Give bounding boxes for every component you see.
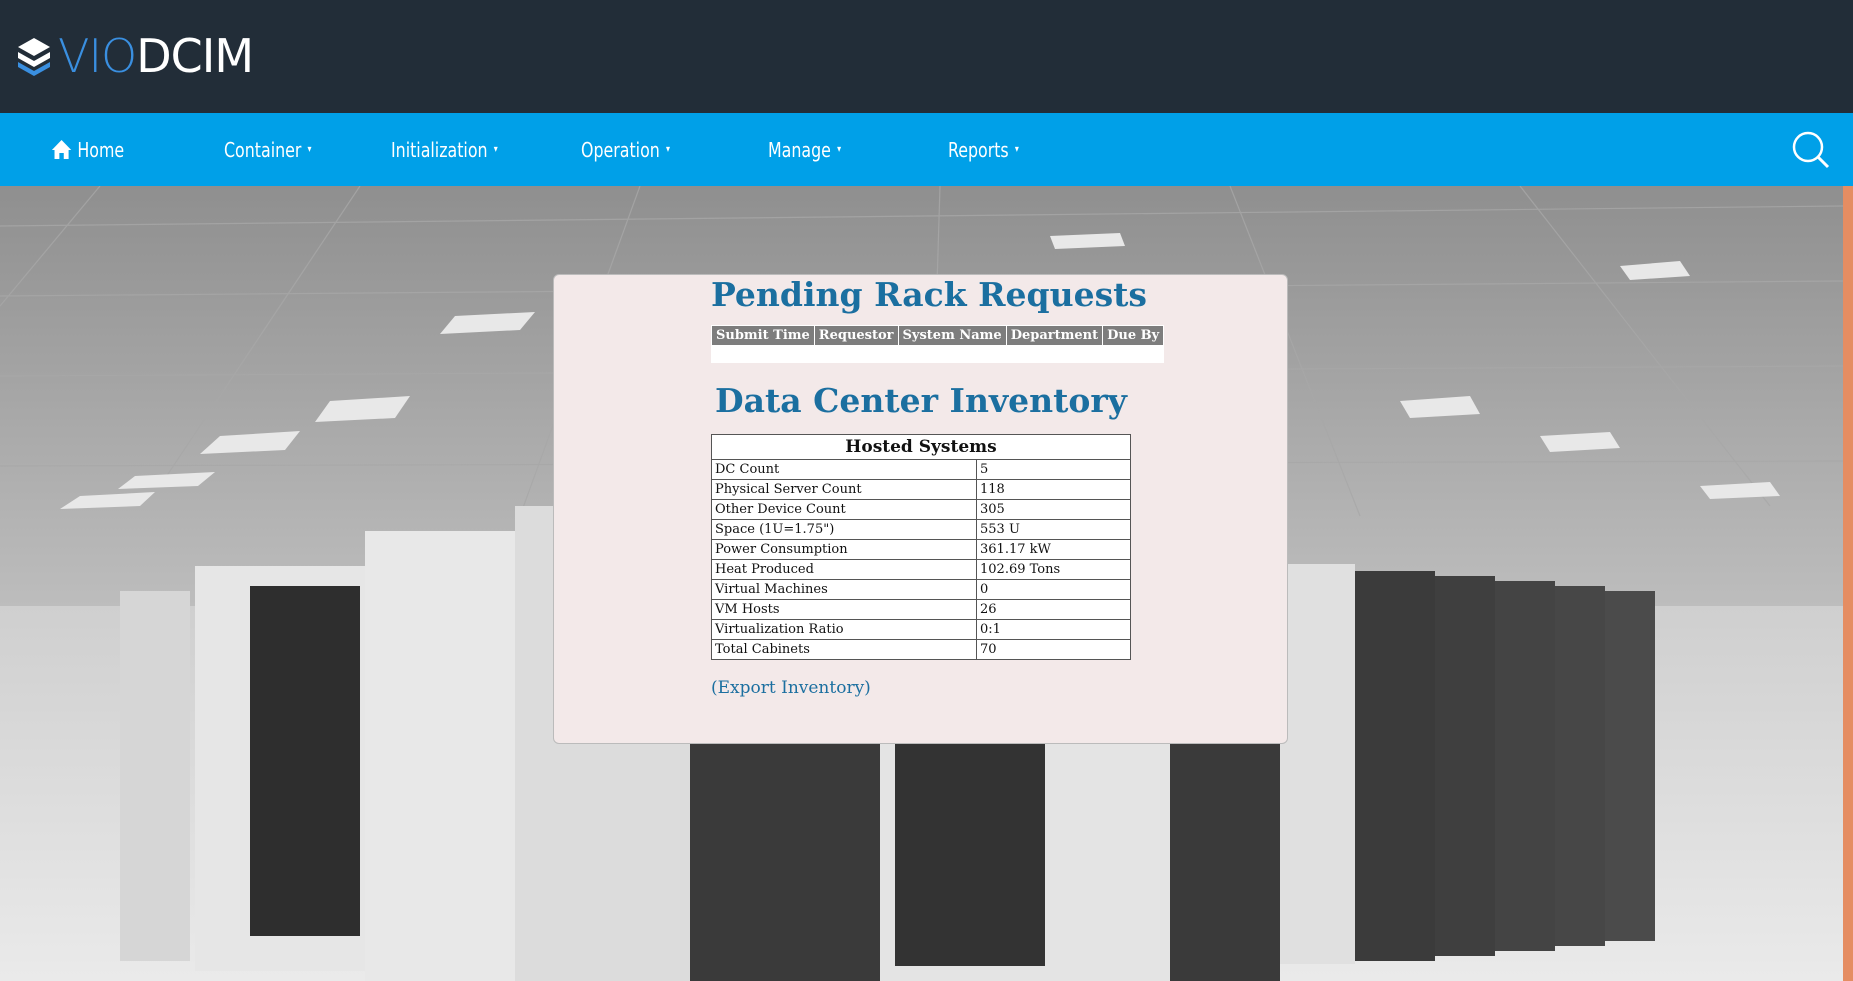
- table-row: Virtualization Ratio 0:1: [711, 619, 1131, 640]
- row-label: VM Hosts: [711, 599, 977, 620]
- inventory-table: Hosted Systems DC Count 5 Physical Server…: [711, 434, 1131, 660]
- column-header[interactable]: Requestor: [814, 326, 898, 345]
- brand-header: VIODCIM: [0, 0, 1843, 113]
- row-label: Heat Produced: [711, 559, 977, 580]
- row-value: 0:1: [976, 619, 1131, 640]
- chevron-down-icon: ▾: [665, 144, 670, 155]
- viodcim-logo[interactable]: VIODCIM: [16, 28, 254, 84]
- data-center-inventory-title: Data Center Inventory: [715, 381, 1127, 420]
- row-label: Power Consumption: [711, 539, 977, 560]
- column-header[interactable]: Submit Time: [712, 326, 814, 345]
- column-header[interactable]: System Name: [898, 326, 1006, 345]
- nav-label: Container: [224, 137, 302, 162]
- hosted-systems-header: Hosted Systems: [711, 434, 1131, 460]
- dashboard-panel: Pending Rack Requests Submit Time Reques…: [553, 274, 1288, 744]
- panel-content: Pending Rack Requests Submit Time Reques…: [711, 275, 1165, 698]
- row-value: 553 U: [976, 519, 1131, 540]
- row-label: Virtual Machines: [711, 579, 977, 600]
- nav-label: Initialization: [391, 137, 488, 162]
- row-label: Other Device Count: [711, 499, 977, 520]
- nav-home-label: Home: [77, 137, 125, 162]
- table-row: Power Consumption 361.17 kW: [711, 539, 1131, 560]
- nav-home[interactable]: Home: [51, 113, 124, 186]
- row-value: 118: [976, 479, 1131, 500]
- row-value: 26: [976, 599, 1131, 620]
- logo-text: VIODCIM: [58, 29, 254, 83]
- nav-manage[interactable]: Manage ▾: [768, 113, 841, 186]
- nav-container[interactable]: Container ▾: [224, 113, 312, 186]
- row-label: DC Count: [711, 459, 977, 480]
- pending-rack-requests-title: Pending Rack Requests: [711, 275, 1147, 314]
- table-row: Virtual Machines 0: [711, 579, 1131, 600]
- search-icon[interactable]: [1791, 130, 1831, 170]
- row-label: Physical Server Count: [711, 479, 977, 500]
- row-label: Virtualization Ratio: [711, 619, 977, 640]
- edge-top: [1843, 0, 1853, 113]
- row-value: 70: [976, 639, 1131, 660]
- table-row: Other Device Count 305: [711, 499, 1131, 520]
- table-header-row: Submit Time Requestor System Name Depart…: [712, 326, 1164, 345]
- chevron-down-icon: ▾: [1014, 144, 1019, 155]
- table-row: VM Hosts 26: [711, 599, 1131, 620]
- nav-reports[interactable]: Reports ▾: [948, 113, 1019, 186]
- nav-label: Reports: [948, 137, 1009, 162]
- column-header[interactable]: Due By: [1103, 326, 1164, 345]
- export-inventory-link[interactable]: (Export Inventory): [711, 678, 871, 698]
- home-icon: [51, 140, 72, 159]
- row-value: 0: [976, 579, 1131, 600]
- chevron-down-icon: ▾: [837, 144, 842, 155]
- nav-operation[interactable]: Operation ▾: [581, 113, 670, 186]
- table-row: Heat Produced 102.69 Tons: [711, 559, 1131, 580]
- main-nav: Home Container ▾ Initialization ▾ Operatio…: [0, 113, 1843, 186]
- row-value: 305: [976, 499, 1131, 520]
- column-header[interactable]: Department: [1006, 326, 1103, 345]
- row-value: 5: [976, 459, 1131, 480]
- empty-row: [712, 346, 1164, 362]
- table-row: DC Count 5: [711, 459, 1131, 480]
- row-value: 102.69 Tons: [976, 559, 1131, 580]
- row-value: 361.17 kW: [976, 539, 1131, 560]
- right-edge-strip: [1843, 186, 1853, 981]
- stack-layers-icon: [18, 38, 50, 76]
- nav-initialization[interactable]: Initialization ▾: [391, 113, 498, 186]
- nav-label: Manage: [768, 137, 831, 162]
- chevron-down-icon: ▾: [307, 144, 312, 155]
- table-row: Physical Server Count 118: [711, 479, 1131, 500]
- table-row: Total Cabinets 70: [711, 639, 1131, 660]
- row-label: Space (1U=1.75"): [711, 519, 977, 540]
- row-label: Total Cabinets: [711, 639, 977, 660]
- edge-nav: [1843, 113, 1853, 186]
- pending-requests-table: Submit Time Requestor System Name Depart…: [711, 325, 1165, 363]
- nav-label: Operation: [581, 137, 660, 162]
- table-row: Space (1U=1.75") 553 U: [711, 519, 1131, 540]
- chevron-down-icon: ▾: [493, 144, 498, 155]
